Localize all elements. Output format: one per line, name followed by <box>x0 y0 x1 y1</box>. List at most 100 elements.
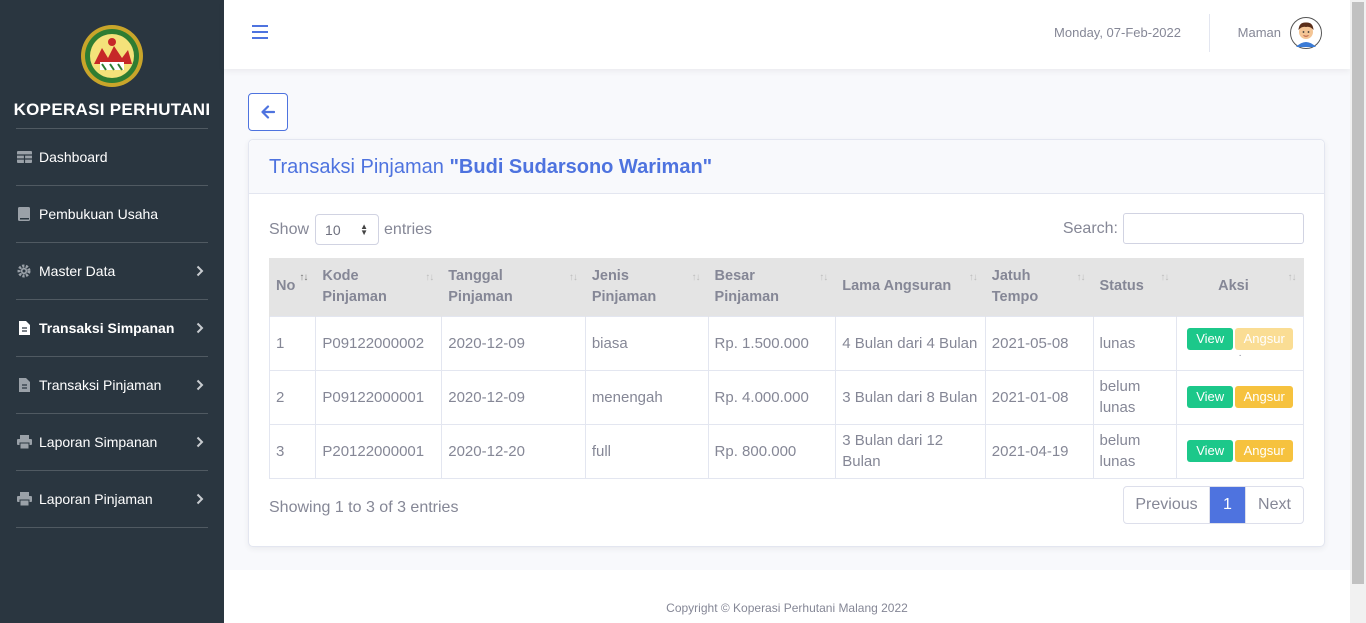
cell-no: 3 <box>268 423 317 479</box>
topbar: Monday, 07-Feb-2022 Maman <box>224 0 1350 69</box>
file-icon <box>16 377 32 393</box>
cell-tanggal-pinjaman: 2020-12-09 <box>441 315 586 371</box>
book-icon <box>16 206 32 222</box>
copyright-text: Copyright © Koperasi Perhutani Malang 20… <box>666 601 908 615</box>
chevron-right-icon <box>196 436 204 448</box>
show-label: Show <box>269 220 310 238</box>
sort-icon: ↑↓ <box>1160 272 1169 283</box>
cell-no: 1 <box>268 315 317 371</box>
view-button[interactable]: View <box>1187 328 1234 350</box>
koperasi-logo[interactable] <box>80 24 144 88</box>
card-header: Transaksi Pinjaman "Budi Sudarsono Warim… <box>249 140 1324 194</box>
print-icon <box>16 434 32 450</box>
cell-lama-angsuran: 3 Bulan dari 8 Bulan <box>835 369 986 425</box>
column-header-lama-angsuran[interactable]: Lama Angsuran ↑↓ <box>835 258 986 316</box>
cell-lama-angsuran: 3 Bulan dari 12 Bulan <box>835 423 986 479</box>
back-button[interactable] <box>248 93 288 131</box>
cell-tanggal-pinjaman: 2020-12-09 <box>441 369 586 425</box>
divider <box>1209 14 1210 52</box>
sidebar: KOPERASI PERHUTANI Dashboard Pembukuan U… <box>0 0 224 623</box>
search-input[interactable] <box>1123 213 1304 244</box>
sidebar-item-label: Master Data <box>39 263 116 279</box>
angsur-button[interactable]: Angsur <box>1235 386 1294 408</box>
sort-icon: ↑↓ <box>568 272 578 283</box>
table-info: Showing 1 to 3 of 3 entries <box>269 499 459 516</box>
cell-status: lunas <box>1092 315 1178 371</box>
avatar[interactable] <box>1290 17 1322 49</box>
chevron-right-icon <box>196 493 204 505</box>
search-label: Search: <box>1062 219 1118 237</box>
sort-icon: ↑↓ <box>819 272 828 283</box>
page-length-control: Show 10 ▲ ▼ entries <box>269 214 432 245</box>
page-1-button[interactable]: 1 <box>1210 487 1245 523</box>
sort-icon: ↑↓ <box>1287 272 1297 283</box>
column-header-besar-pinjaman[interactable]: Besar Pinjaman ↑↓ <box>707 258 836 316</box>
table-icon <box>16 149 32 165</box>
sort-icon: ↑↓ <box>968 272 978 283</box>
cell-lama-angsuran: 4 Bulan dari 4 Bulan <box>835 315 986 371</box>
chevron-right-icon <box>196 265 204 277</box>
sidebar-item-laporan-simpanan[interactable]: Laporan Simpanan <box>0 414 224 470</box>
cell-aksi: View Angsur . <box>1176 315 1304 371</box>
column-header-jatuh-tempo[interactable]: Jatuh Tempo ↑↓ <box>984 258 1093 316</box>
chevron-right-icon <box>196 379 204 391</box>
cell-besar-pinjaman: Rp. 800.000 <box>707 423 837 479</box>
cell-status: belum lunas <box>1092 423 1178 479</box>
cell-aksi: View Angsur <box>1176 423 1304 479</box>
pagination: Previous 1 Next <box>1123 486 1304 524</box>
cell-tanggal-pinjaman: 2020-12-20 <box>441 423 586 479</box>
sidebar-item-dashboard[interactable]: Dashboard <box>0 129 224 185</box>
column-header-status[interactable]: Status ↑↓ <box>1092 258 1177 316</box>
sidebar-item-label: Transaksi Simpanan <box>39 320 175 336</box>
table-row: 2 P09122000001 2020-12-09 menengah Rp. 4… <box>268 369 1304 425</box>
sidebar-item-pembukuan-usaha[interactable]: Pembukuan Usaha <box>0 186 224 242</box>
column-header-jenis-pinjaman[interactable]: Jenis Pinjaman ↑↓ <box>584 258 709 316</box>
next-page-button[interactable]: Next <box>1245 487 1303 523</box>
cell-jenis-pinjaman: full <box>584 423 709 479</box>
sidebar-item-laporan-pinjaman[interactable]: Laporan Pinjaman <box>0 471 224 527</box>
sidebar-item-label: Transaksi Pinjaman <box>39 377 162 393</box>
cell-aksi: View Angsur <box>1176 369 1304 425</box>
sidebar-item-transaksi-pinjaman[interactable]: Transaksi Pinjaman <box>0 357 224 413</box>
sidebar-item-transaksi-simpanan[interactable]: Transaksi Simpanan <box>0 300 224 356</box>
entries-value: 10 <box>325 221 341 238</box>
vertical-scrollbar[interactable] <box>1350 0 1366 623</box>
brand-title: KOPERASI PERHUTANI <box>13 100 211 119</box>
select-arrows-icon: ▲ ▼ <box>360 222 369 237</box>
angsur-button[interactable]: Angsur <box>1235 440 1294 462</box>
column-header-no[interactable]: No ↑↓ <box>268 258 316 316</box>
column-header-aksi[interactable]: Aksi ↑↓ <box>1176 258 1304 316</box>
sort-icon: ↑↓ <box>299 272 308 283</box>
arrow-left-icon <box>261 105 275 119</box>
cell-kode-pinjaman: P20122000001 <box>315 423 443 479</box>
column-header-kode-pinjaman[interactable]: Kode Pinjaman ↑↓ <box>315 258 442 316</box>
sidebar-item-label: Dashboard <box>39 149 108 165</box>
current-date: Monday, 07-Feb-2022 <box>1054 25 1181 40</box>
page-title: Transaksi Pinjaman <box>269 156 444 178</box>
chevron-right-icon <box>196 322 204 334</box>
user-name[interactable]: Maman <box>1238 25 1281 40</box>
view-button[interactable]: View <box>1187 386 1234 408</box>
print-icon <box>16 491 32 507</box>
cell-jenis-pinjaman: biasa <box>584 315 709 371</box>
loan-transactions-card: Transaksi Pinjaman "Budi Sudarsono Warim… <box>248 139 1325 547</box>
sidebar-item-label: Laporan Simpanan <box>39 434 158 450</box>
entries-select[interactable]: 10 ▲ ▼ <box>315 214 380 245</box>
sidebar-item-label: Pembukuan Usaha <box>39 206 159 222</box>
scrollbar-thumb[interactable] <box>1352 2 1364 584</box>
member-name: "Budi Sudarsono Wariman" <box>449 156 713 178</box>
previous-page-button[interactable]: Previous <box>1124 487 1210 523</box>
view-button[interactable]: View <box>1187 440 1234 462</box>
table-row: 3 P20122000001 2020-12-20 full Rp. 800.0… <box>268 423 1304 479</box>
menu-toggle-icon[interactable] <box>252 25 268 39</box>
cell-status: belum lunas <box>1092 369 1178 425</box>
cell-no: 2 <box>268 369 317 425</box>
column-header-tanggal-pinjaman[interactable]: Tanggal Pinjaman ↑↓ <box>441 258 586 316</box>
cell-jatuh-tempo: 2021-05-08 <box>984 315 1094 371</box>
sidebar-item-label: Laporan Pinjaman <box>39 491 153 507</box>
cell-jatuh-tempo: 2021-04-19 <box>984 423 1094 479</box>
sidebar-item-master-data[interactable]: Master Data <box>0 243 224 299</box>
table-row: 1 P09122000002 2020-12-09 biasa Rp. 1.50… <box>268 315 1304 371</box>
angsur-button[interactable]: Angsur <box>1235 328 1294 350</box>
cell-besar-pinjaman: Rp. 1.500.000 <box>707 315 837 371</box>
